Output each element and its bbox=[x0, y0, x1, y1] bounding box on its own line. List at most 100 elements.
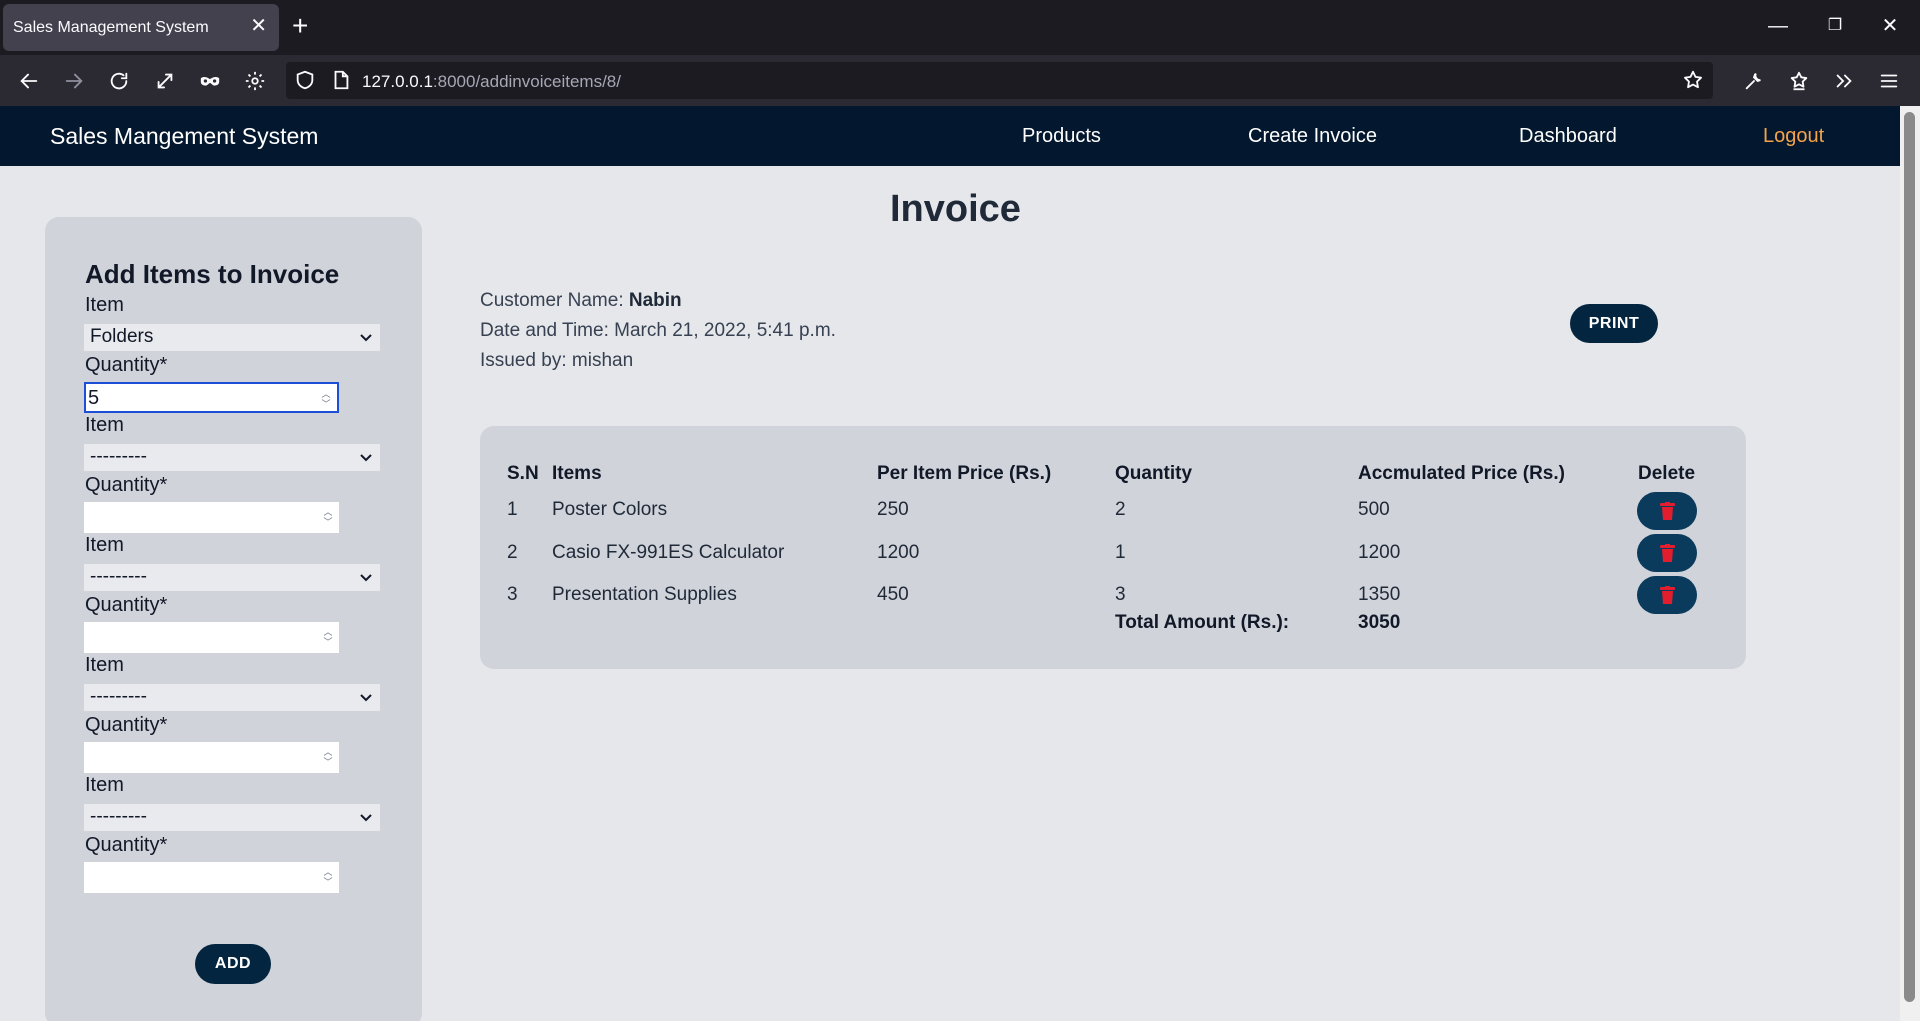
cell-quantity: 2 bbox=[1115, 499, 1126, 520]
nav-link-products[interactable]: Products bbox=[1022, 125, 1101, 148]
quantity-input[interactable]: ︿ ﹀ bbox=[84, 742, 339, 773]
url-text[interactable]: 127.0.0.1:8000/addinvoiceitems/8/ bbox=[362, 72, 621, 92]
cell-price: 1200 bbox=[877, 542, 920, 563]
item-select-value: --------- bbox=[90, 686, 147, 707]
item-select-value: --------- bbox=[90, 806, 147, 827]
cell-sn: 2 bbox=[507, 542, 518, 563]
header-per-item-price: Per Item Price (Rs.) bbox=[877, 463, 1052, 484]
nav-link-logout[interactable]: Logout bbox=[1763, 125, 1824, 148]
quantity-input[interactable]: ︿ ﹀ bbox=[84, 502, 339, 533]
item-select[interactable]: --------- bbox=[84, 804, 380, 831]
cell-price: 450 bbox=[877, 584, 909, 605]
nav-link-dashboard[interactable]: Dashboard bbox=[1519, 125, 1617, 148]
forward-arrow-icon[interactable] bbox=[57, 64, 91, 98]
nav-link-create-invoice[interactable]: Create Invoice bbox=[1248, 125, 1377, 148]
header-items: Items bbox=[552, 463, 602, 484]
delete-row-button[interactable] bbox=[1637, 492, 1697, 530]
datetime-label: Date and Time: bbox=[480, 320, 615, 341]
minimize-icon[interactable]: — bbox=[1758, 10, 1798, 42]
header-quantity: Quantity bbox=[1115, 463, 1193, 484]
invoice-title: Invoice bbox=[890, 188, 1021, 230]
reload-icon[interactable] bbox=[102, 64, 136, 98]
invoice-items-table: S.N Items Per Item Price (Rs.) Quantity … bbox=[480, 426, 1746, 669]
browser-nav-bar: 127.0.0.1:8000/addinvoiceitems/8/ bbox=[0, 55, 1920, 106]
add-items-form: Add Items to Invoice Item Folders Quanti… bbox=[45, 217, 422, 1021]
page-viewport: Sales Mangement System Products Create I… bbox=[0, 106, 1900, 1021]
quantity-spinner-icon[interactable]: ︿ ﹀ bbox=[321, 507, 335, 527]
item-select[interactable]: --------- bbox=[84, 564, 380, 591]
cell-accumulated: 500 bbox=[1358, 499, 1390, 520]
cell-item: Poster Colors bbox=[552, 499, 668, 520]
quantity-label: Quantity* bbox=[85, 474, 168, 496]
url-bar[interactable]: 127.0.0.1:8000/addinvoiceitems/8/ bbox=[286, 62, 1713, 99]
back-arrow-icon[interactable] bbox=[12, 64, 46, 98]
fullscreen-icon[interactable] bbox=[148, 64, 182, 98]
quantity-label: Quantity* bbox=[85, 834, 168, 856]
quantity-label: Quantity* bbox=[85, 594, 168, 616]
new-tab-icon[interactable]: + bbox=[292, 10, 308, 42]
quantity-label: Quantity* bbox=[85, 354, 168, 376]
item-label: Item bbox=[85, 654, 124, 676]
quantity-label: Quantity* bbox=[85, 714, 168, 736]
item-select-value: --------- bbox=[90, 566, 147, 587]
item-select[interactable]: --------- bbox=[84, 444, 380, 471]
chevron-down-icon bbox=[360, 814, 372, 822]
cell-accumulated: 1200 bbox=[1358, 542, 1401, 563]
add-button[interactable]: ADD bbox=[195, 944, 271, 984]
shield-icon[interactable] bbox=[294, 69, 316, 91]
quantity-spinner-icon[interactable]: ︿ ﹀ bbox=[321, 867, 335, 887]
item-select-value: Folders bbox=[90, 326, 154, 347]
browser-tab-bar: Sales Management System ✕ + — ❐ ✕ bbox=[0, 0, 1920, 55]
quantity-spinner-icon[interactable]: ︿ ﹀ bbox=[319, 389, 333, 409]
url-path: :8000/addinvoiceitems/8/ bbox=[432, 72, 621, 91]
page-scrollbar[interactable] bbox=[1900, 106, 1920, 1021]
quantity-value: 5 bbox=[88, 387, 100, 409]
settings-gear-icon[interactable] bbox=[238, 64, 272, 98]
restore-icon[interactable]: ❐ bbox=[1815, 10, 1855, 42]
cell-sn: 1 bbox=[507, 499, 518, 520]
customer-name-label: Customer Name: bbox=[480, 290, 629, 311]
quantity-spinner-icon[interactable]: ︿ ﹀ bbox=[321, 627, 335, 647]
customer-name-value: Nabin bbox=[628, 290, 682, 311]
trash-icon bbox=[1659, 586, 1675, 604]
quantity-input[interactable]: 5 ︿ ﹀ bbox=[84, 382, 339, 413]
cell-item: Casio FX-991ES Calculator bbox=[552, 542, 785, 563]
item-select[interactable]: Folders bbox=[84, 324, 380, 351]
site-header: Sales Mangement System Products Create I… bbox=[0, 106, 1900, 166]
bookmark-star-icon[interactable] bbox=[1682, 69, 1704, 91]
quantity-input[interactable]: ︿ ﹀ bbox=[84, 862, 339, 893]
datetime-value: March 21, 2022, 5:41 p.m. bbox=[614, 320, 836, 341]
item-label: Item bbox=[85, 414, 124, 436]
quantity-input[interactable]: ︿ ﹀ bbox=[84, 622, 339, 653]
site-brand[interactable]: Sales Mangement System bbox=[50, 123, 318, 150]
issued-by-line: Issued by: mishan bbox=[480, 350, 633, 372]
cell-item: Presentation Supplies bbox=[552, 584, 737, 605]
cell-price: 250 bbox=[877, 499, 909, 520]
print-button[interactable]: PRINT bbox=[1570, 304, 1658, 343]
private-mask-icon[interactable] bbox=[193, 64, 227, 98]
chevron-down-icon bbox=[360, 454, 372, 462]
cell-quantity: 3 bbox=[1115, 584, 1126, 605]
chevron-down-icon bbox=[360, 574, 372, 582]
extensions-icon[interactable] bbox=[1782, 64, 1816, 98]
page-icon[interactable] bbox=[330, 69, 352, 91]
scrollbar-thumb[interactable] bbox=[1904, 112, 1915, 1002]
wrench-icon[interactable] bbox=[1737, 64, 1771, 98]
tab-title: Sales Management System bbox=[13, 19, 209, 36]
hamburger-menu-icon[interactable] bbox=[1872, 64, 1906, 98]
datetime-line: Date and Time: March 21, 2022, 5:41 p.m. bbox=[480, 320, 836, 342]
tab-close-icon[interactable]: ✕ bbox=[250, 14, 267, 38]
delete-row-button[interactable] bbox=[1637, 576, 1697, 614]
cell-quantity: 1 bbox=[1115, 542, 1126, 563]
item-select-value: --------- bbox=[90, 446, 147, 467]
item-label: Item bbox=[85, 774, 124, 796]
item-select[interactable]: --------- bbox=[84, 684, 380, 711]
quantity-spinner-icon[interactable]: ︿ ﹀ bbox=[321, 747, 335, 767]
close-window-icon[interactable]: ✕ bbox=[1870, 10, 1910, 42]
header-delete: Delete bbox=[1638, 463, 1696, 484]
more-tools-chevron-icon[interactable] bbox=[1827, 64, 1861, 98]
total-amount-label: Total Amount (Rs.): bbox=[1115, 612, 1290, 633]
chevron-down-icon bbox=[360, 694, 372, 702]
browser-tab[interactable]: Sales Management System ✕ bbox=[3, 4, 279, 51]
delete-row-button[interactable] bbox=[1637, 534, 1697, 572]
